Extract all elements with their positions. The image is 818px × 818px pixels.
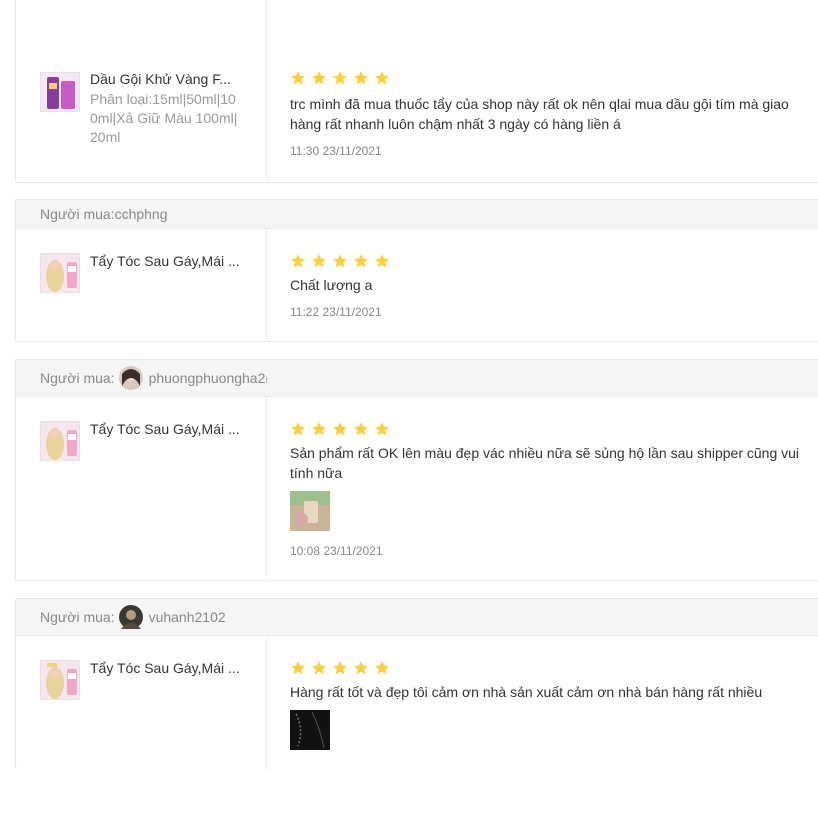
review-time: 10:08 23/11/2021: [290, 544, 383, 558]
star-icon: [375, 254, 389, 268]
product-thumbnail[interactable]: [40, 421, 80, 461]
buyer-label: Người mua:: [40, 370, 115, 386]
star-icon: [354, 661, 368, 675]
star-icon: [354, 422, 368, 436]
star-icon: [375, 71, 389, 85]
star-icon: [354, 71, 368, 85]
rating-stars: [290, 421, 390, 437]
buyer-avatar[interactable]: [118, 605, 143, 629]
star-icon: [375, 422, 389, 436]
star-icon: [312, 661, 326, 675]
rating-stars: [290, 70, 390, 86]
product-column: Dầu Gội Khử Vàng F... Phân loại:15ml|50m…: [16, 0, 267, 181]
product-column: Tẩy Tóc Sau Gáy,Mái ...: [16, 636, 267, 770]
review-card: Người mua: phuongphuongha2( Tẩy Tóc Sau …: [15, 359, 818, 581]
product-variant: Phân loại:15ml|50ml|100ml|Xả Giữ Màu 100…: [90, 91, 238, 145]
buyer-username[interactable]: cchphng: [115, 206, 168, 222]
product-name[interactable]: Tẩy Tóc Sau Gáy,Mái ...: [90, 421, 242, 437]
star-icon: [291, 422, 305, 436]
product-name[interactable]: Tẩy Tóc Sau Gáy,Mái ...: [90, 253, 242, 269]
review-card: Người mua: vuhanh2102 Tẩy Tóc Sau Gáy,Má…: [15, 598, 818, 770]
star-icon: [291, 661, 305, 675]
product-column: Tẩy Tóc Sau Gáy,Mái ...: [16, 229, 267, 342]
review-photo[interactable]: [290, 491, 330, 531]
buyer-avatar[interactable]: [118, 366, 143, 390]
rating-stars: [290, 253, 390, 269]
buyer-label: Người mua:: [40, 609, 115, 625]
star-icon: [312, 254, 326, 268]
review-card: Dầu Gội Khử Vàng F... Phân loại:15ml|50m…: [15, 0, 818, 183]
product-name[interactable]: Tẩy Tóc Sau Gáy,Mái ...: [90, 660, 242, 676]
buyer-username[interactable]: vuhanh2102: [149, 609, 226, 625]
star-icon: [333, 254, 347, 268]
star-icon: [354, 254, 368, 268]
star-icon: [333, 422, 347, 436]
review-time: 11:30 23/11/2021: [290, 144, 382, 158]
star-icon: [312, 422, 326, 436]
review-comment: Sản phẩm rất OK lên màu đẹp vác nhiều nữ…: [290, 445, 800, 481]
product-column: Tẩy Tóc Sau Gáy,Mái ...: [16, 397, 267, 581]
product-thumbnail[interactable]: [40, 72, 80, 112]
star-icon: [291, 71, 305, 85]
star-icon: [291, 254, 305, 268]
buyer-header: Người mua: vuhanh2102: [16, 599, 818, 636]
product-name[interactable]: Dầu Gội Khử Vàng F...: [90, 71, 242, 87]
product-thumbnail[interactable]: [40, 660, 80, 700]
star-icon: [375, 661, 389, 675]
rating-stars: [290, 660, 390, 676]
review-photo[interactable]: [290, 710, 330, 750]
review-comment: Hàng rất tốt và đẹp tôi cảm ơn nhà sản x…: [290, 684, 763, 700]
review-card: Người mua: cchphng Tẩy Tóc Sau Gáy,Mái .…: [15, 199, 818, 342]
buyer-header: Người mua: cchphng: [16, 200, 818, 229]
star-icon: [312, 71, 326, 85]
product-thumbnail[interactable]: [40, 253, 80, 293]
review-time: 11:22 23/11/2021: [290, 305, 382, 319]
star-icon: [333, 661, 347, 675]
buyer-username[interactable]: phuongphuongha2(: [149, 370, 267, 386]
review-comment: Chất lượng a: [290, 277, 373, 293]
review-comment: trc mình đã mua thuốc tẩy của shop này r…: [290, 96, 789, 132]
buyer-header: Người mua: phuongphuongha2(: [16, 360, 818, 397]
star-icon: [333, 71, 347, 85]
buyer-label: Người mua:: [40, 206, 115, 222]
